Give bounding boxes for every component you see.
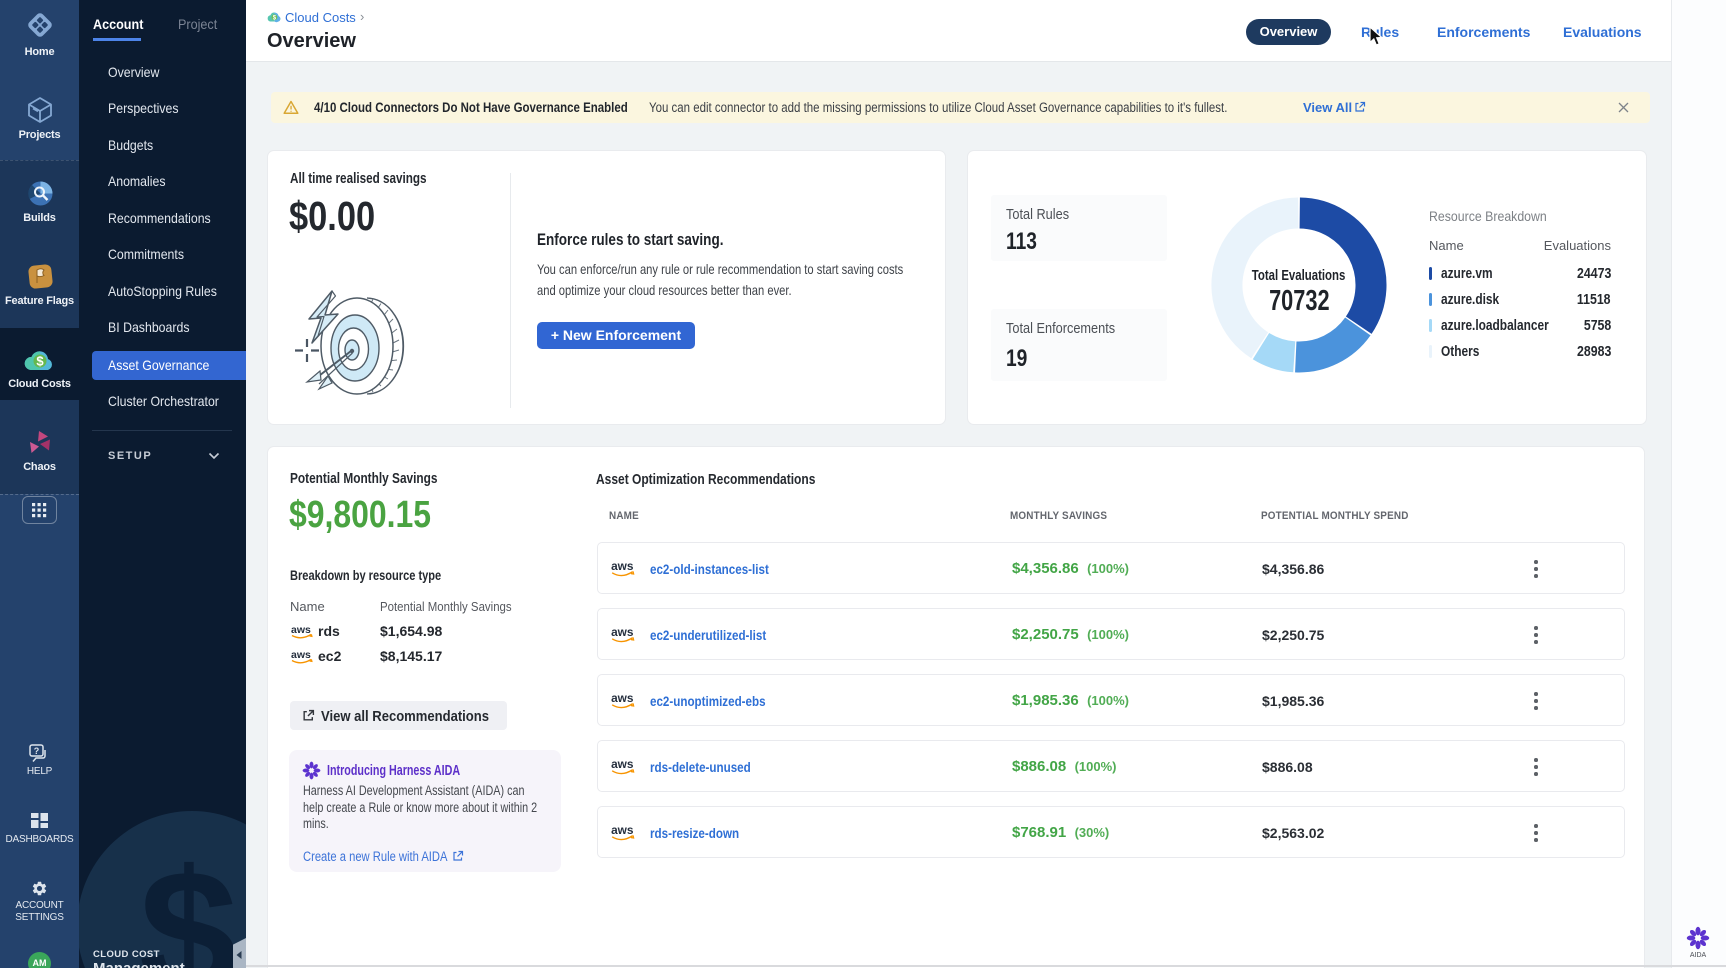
- svg-text:aws: aws: [611, 559, 634, 573]
- svg-text:aws: aws: [611, 757, 634, 771]
- svg-text:?: ?: [34, 746, 40, 756]
- svg-text:aws: aws: [611, 823, 634, 837]
- svg-text:$: $: [36, 354, 44, 369]
- svg-text:aws: aws: [611, 691, 634, 705]
- svg-text:aws: aws: [291, 649, 311, 661]
- svg-text:aws: aws: [611, 625, 634, 639]
- svg-text:aws: aws: [291, 624, 311, 636]
